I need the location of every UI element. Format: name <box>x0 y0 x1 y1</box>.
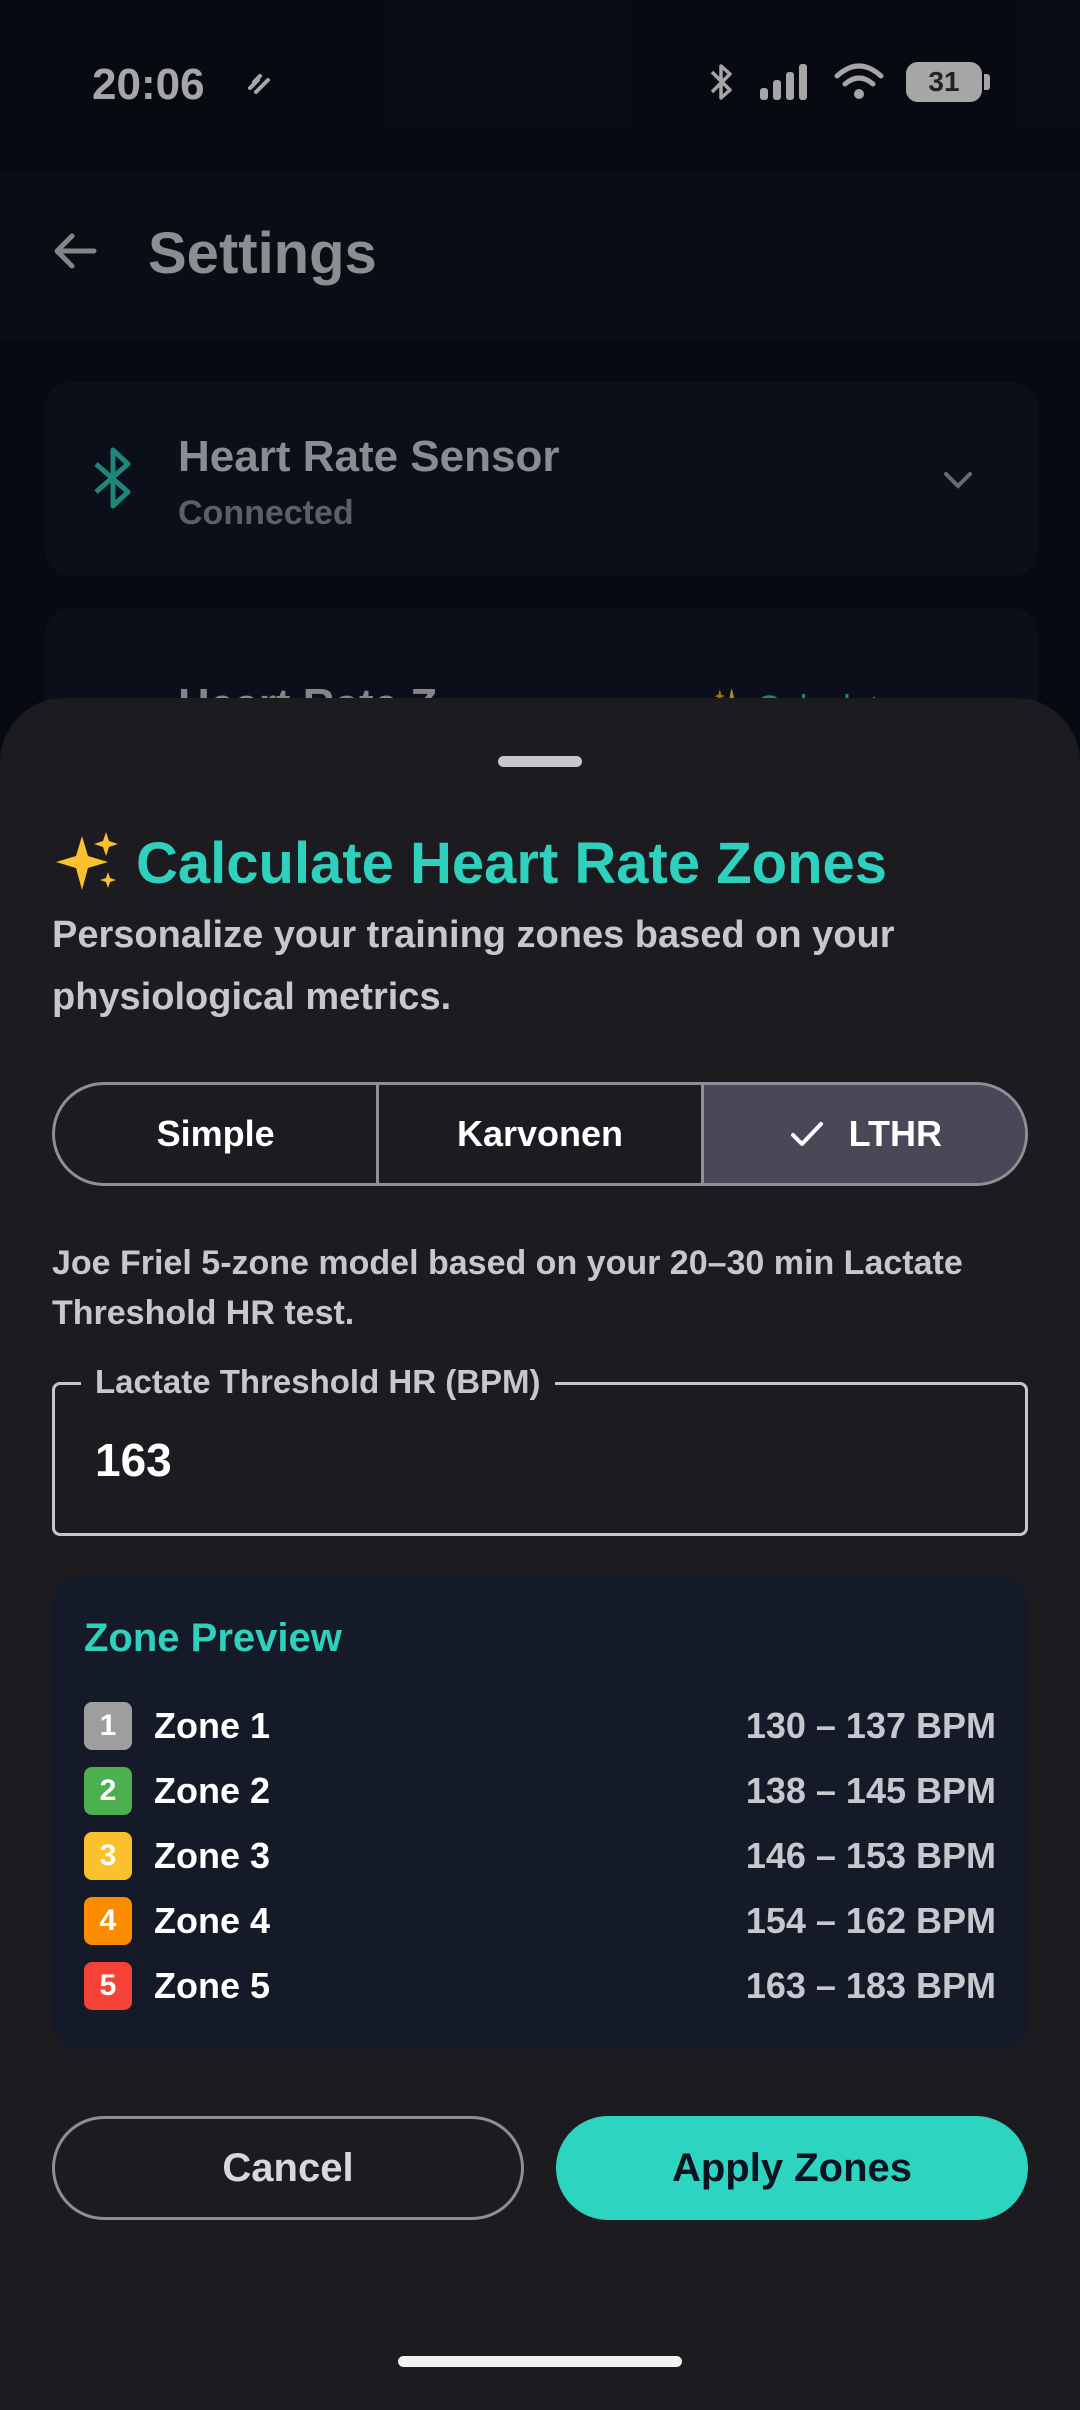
sheet-title: Calculate Heart Rate Zones <box>52 828 887 898</box>
check-icon <box>790 1122 823 1146</box>
zone-row: 5 Zone 5 163 – 183 BPM <box>84 1956 996 2016</box>
screen: 20:06 31 Settings Heart Rate Sensor Conn… <box>0 0 1080 2410</box>
drag-handle[interactable] <box>498 756 582 767</box>
zone-range: 163 – 183 BPM <box>745 1965 996 2006</box>
lthr-field: Lactate Threshold HR (BPM) <box>52 1363 1028 1536</box>
method-simple[interactable]: Simple <box>55 1085 380 1183</box>
method-label: LTHR <box>848 1113 942 1154</box>
zone-range: 130 – 137 BPM <box>745 1705 996 1746</box>
zone-name: Zone 5 <box>154 1965 271 2006</box>
zone-badge: 4 <box>84 1897 132 1945</box>
zone-preview: Zone Preview 1 Zone 1 130 – 137 BPM 2 Zo… <box>52 1578 1028 2048</box>
field-label: Lactate Threshold HR (BPM) <box>81 1363 555 1401</box>
zone-range: 138 – 145 BPM <box>745 1770 996 1811</box>
zone-name: Zone 4 <box>154 1900 271 1941</box>
sparkles-icon <box>56 832 118 890</box>
zone-row: 2 Zone 2 138 – 145 BPM <box>84 1761 996 1821</box>
zone-range: 154 – 162 BPM <box>745 1900 996 1941</box>
zone-badge: 3 <box>84 1832 132 1880</box>
apply-zones-button[interactable]: Apply Zones <box>556 2116 1028 2220</box>
home-indicator[interactable] <box>398 2356 682 2367</box>
zone-name: Zone 1 <box>154 1705 271 1746</box>
zone-preview-title: Zone Preview <box>84 1616 342 1660</box>
cancel-button[interactable]: Cancel <box>52 2116 524 2220</box>
method-description: Joe Friel 5-zone model based on your 20–… <box>52 1244 963 1332</box>
sheet-title-text: Calculate Heart Rate Zones <box>136 830 888 896</box>
zone-badge: 2 <box>84 1767 132 1815</box>
zone-badge: 5 <box>84 1962 132 2010</box>
method-lthr[interactable]: LTHR <box>703 1085 1025 1183</box>
zone-range: 146 – 153 BPM <box>745 1835 996 1876</box>
zone-row: 1 Zone 1 130 – 137 BPM <box>84 1696 996 1756</box>
zone-row: 3 Zone 3 146 – 153 BPM <box>84 1826 996 1886</box>
zone-badge: 1 <box>84 1702 132 1750</box>
zone-name: Zone 3 <box>154 1835 271 1876</box>
method-selector: Simple Karvonen LTHR <box>52 1082 1028 1186</box>
sheet-description: Personalize your training zones based on… <box>52 914 895 1018</box>
method-karvonen[interactable]: Karvonen <box>379 1085 704 1183</box>
method-label: Simple <box>156 1113 275 1154</box>
bottom-sheet: Calculate Heart Rate Zones Personalize y… <box>0 698 1080 2410</box>
method-label: Karvonen <box>456 1113 624 1154</box>
zone-row: 4 Zone 4 154 – 162 BPM <box>84 1891 996 1951</box>
zone-name: Zone 2 <box>154 1770 271 1811</box>
battery-percent: 31 <box>928 66 960 97</box>
lthr-input[interactable] <box>95 1425 975 1495</box>
